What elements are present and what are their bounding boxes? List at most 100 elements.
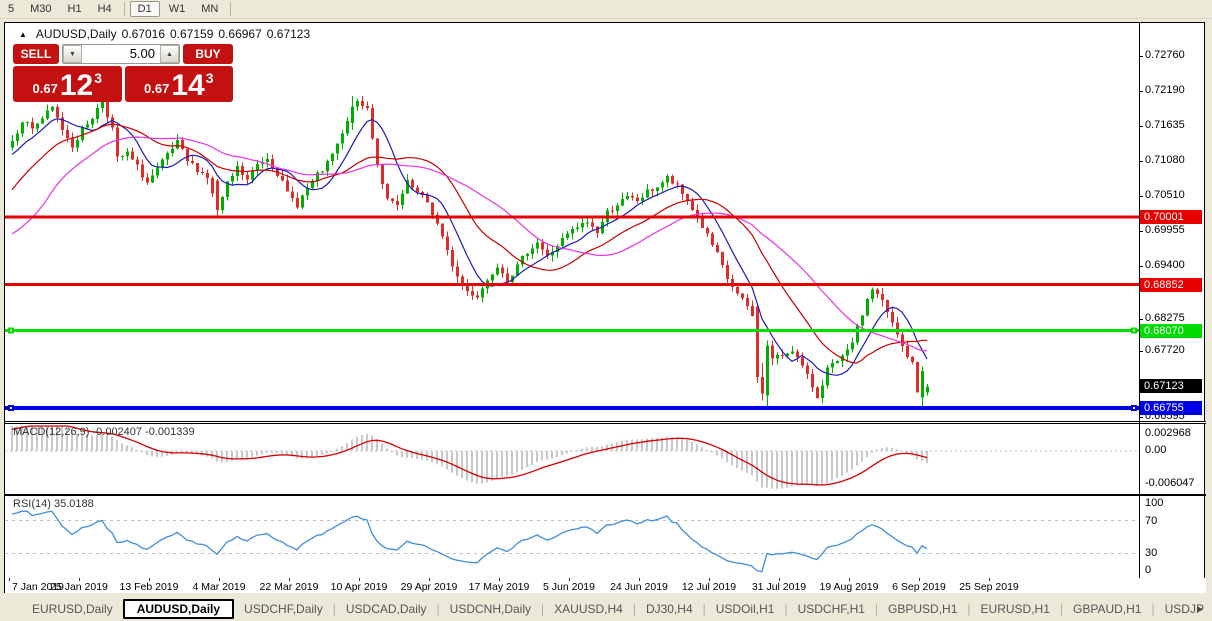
timeframe-button-mn[interactable]: MN (194, 2, 225, 16)
price-axis-label: 0.70510 (1145, 189, 1205, 201)
rsi-pane-splitter[interactable] (5, 494, 1206, 496)
tab-usdcad-daily[interactable]: USDCAD,Daily (336, 600, 437, 618)
tab-usdoil-h1[interactable]: USDOil,H1 (706, 600, 785, 618)
volume-input[interactable]: 5.00 (82, 45, 160, 63)
level-price-tag: 0.70001 (1140, 210, 1202, 224)
moving-average-34 (12, 137, 927, 351)
time-axis-label: 5 Jun 2019 (534, 581, 604, 593)
price-axis-label: 0.67720 (1145, 344, 1205, 356)
tab-usdchf-h1[interactable]: USDCHF,H1 (788, 600, 875, 618)
time-axis-label: 13 Feb 2019 (114, 581, 184, 593)
time-axis-label: 12 Jul 2019 (674, 581, 744, 593)
toolbar-separator (230, 2, 231, 16)
time-axis-label: 24 Jun 2019 (604, 581, 674, 593)
rsi-axis-label: 70 (1145, 515, 1205, 527)
price-axis-label: 0.72760 (1145, 49, 1205, 61)
ohlc-open: 0.67016 (122, 27, 165, 41)
collapse-trade-panel-icon[interactable]: ▲ (19, 30, 27, 39)
tab-eurusd-h1[interactable]: EURUSD,H1 (971, 600, 1060, 618)
price-axis-tick (1139, 196, 1143, 197)
tab-gbpaud-h1[interactable]: GBPAUD,H1 (1063, 600, 1151, 618)
tab-usdchf-daily[interactable]: USDCHF,Daily (234, 600, 333, 618)
time-axis-label: 25 Sep 2019 (954, 581, 1024, 593)
tabs-scroll-right-icon[interactable]: ► (1192, 604, 1209, 614)
price-axis-tick (1139, 56, 1143, 57)
buy-price-button[interactable]: 0.67 14 3 (125, 66, 234, 102)
time-axis-label: 29 Apr 2019 (394, 581, 464, 593)
rsi-axis-label: 100 (1145, 497, 1205, 509)
buy-price-pips: 14 (171, 72, 204, 100)
time-axis[interactable]: 7 Jan 201925 Jan 201913 Feb 20194 Mar 20… (5, 578, 1206, 593)
time-axis-label: 17 May 2019 (464, 581, 534, 593)
level-price-tag: 0.68070 (1140, 324, 1202, 338)
sell-price-prefix: 0.67 (33, 81, 58, 96)
rsi-indicator-label: RSI(14) 35.0188 (13, 498, 94, 510)
price-axis-label: 0.68275 (1145, 312, 1205, 324)
timeframe-button-h4[interactable]: H4 (91, 2, 119, 16)
time-axis-label: 25 Jan 2019 (44, 581, 114, 593)
buy-price-pipette: 3 (206, 70, 214, 86)
toolbar-separator (124, 2, 125, 16)
timeframe-button-5[interactable]: 5 (1, 2, 21, 16)
macd-axis-label: -0.006047 (1145, 477, 1205, 489)
moving-average-8 (12, 119, 927, 376)
timeframe-button-h1[interactable]: H1 (61, 2, 89, 16)
sell-price-pips: 12 (60, 72, 93, 100)
tab-audusd-daily[interactable]: AUDUSD,Daily (123, 599, 234, 619)
macd-indicator-label: MACD(12,26,9) -0.002407 -0.001339 (13, 426, 195, 438)
ohlc-low: 0.66967 (218, 27, 261, 41)
tab-eurusd-daily[interactable]: EURUSD,Daily (22, 600, 123, 618)
chart-tabbar: EURUSD,DailyAUDUSD,DailyUSDCHF,Daily|USD… (0, 596, 1212, 621)
tab-usdcnh-daily[interactable]: USDCNH,Daily (440, 600, 541, 618)
time-axis-label: 22 Mar 2019 (254, 581, 324, 593)
price-axis-tick (1139, 266, 1143, 267)
chart-window: 0.72760 0.72190 0.71635 0.71080 0.70510 0.699… (4, 22, 1205, 593)
tab-dj30-h4[interactable]: DJ30,H4 (636, 600, 703, 618)
timeframe-button-m30[interactable]: M30 (23, 2, 58, 16)
current-price-tag: 0.67123 (1140, 379, 1202, 393)
price-axis-label: 0.72190 (1145, 84, 1205, 96)
price-axis-tick (1139, 319, 1143, 320)
timeframe-toolbar: 5M30H1H4 D1W1MN (0, 0, 1212, 19)
timeframe-button-d1[interactable]: D1 (130, 1, 160, 17)
timeframe-button-w1[interactable]: W1 (162, 2, 193, 16)
macd-axis-label: 0.002968 (1145, 427, 1205, 439)
price-axis-tick (1139, 126, 1143, 127)
ohlc-close: 0.67123 (267, 27, 310, 41)
rsi-axis-label: 0 (1145, 564, 1205, 576)
macd-axis-label: 0.00 (1145, 444, 1205, 456)
ohlc-high: 0.67159 (170, 27, 213, 41)
price-axis-tick (1139, 231, 1143, 232)
time-axis-label: 31 Jul 2019 (744, 581, 814, 593)
price-axis-label: 0.71080 (1145, 154, 1205, 166)
price-axis-label: 0.71635 (1145, 119, 1205, 131)
chart-symbol-label: AUDUSD,Daily (36, 27, 117, 41)
chart-ohlc-header: ▲ AUDUSD,Daily 0.67016 0.67159 0.66967 0… (19, 27, 310, 41)
volume-increase-icon[interactable]: ▲ (160, 45, 179, 63)
time-axis-label: 6 Sep 2019 (884, 581, 954, 593)
macd-pane-splitter[interactable] (5, 421, 1206, 424)
buy-price-prefix: 0.67 (144, 81, 169, 96)
time-axis-label: 10 Apr 2019 (324, 581, 394, 593)
price-axis-tick (1139, 161, 1143, 162)
volume-decrease-icon[interactable]: ▼ (63, 45, 82, 63)
level-price-tag: 0.66755 (1140, 401, 1202, 415)
sell-price-button[interactable]: 0.67 12 3 (13, 66, 122, 102)
price-axis-tick (1139, 351, 1143, 352)
tab-xauusd-h4[interactable]: XAUUSD,H4 (544, 600, 633, 618)
moving-average-21 (12, 124, 927, 363)
time-axis-label: 4 Mar 2019 (184, 581, 254, 593)
price-axis-tick (1139, 91, 1143, 92)
price-axis-tick (1139, 417, 1143, 418)
price-axis-label: 0.69400 (1145, 259, 1205, 271)
level-price-tag: 0.68852 (1140, 278, 1202, 292)
rsi-axis-label: 30 (1145, 547, 1205, 559)
tab-gbpusd-h1[interactable]: GBPUSD,H1 (878, 600, 967, 618)
volume-stepper: ▼ 5.00 ▲ (62, 44, 180, 64)
sell-button[interactable]: SELL (13, 44, 59, 64)
buy-button[interactable]: BUY (183, 44, 233, 64)
price-axis-label: 0.69955 (1145, 224, 1205, 236)
one-click-trade-panel: SELL ▼ 5.00 ▲ BUY 0.67 12 3 0.67 14 3 (13, 44, 233, 102)
price-axis-divider (1139, 23, 1140, 578)
rsi-panel-chart[interactable] (5, 496, 1139, 578)
